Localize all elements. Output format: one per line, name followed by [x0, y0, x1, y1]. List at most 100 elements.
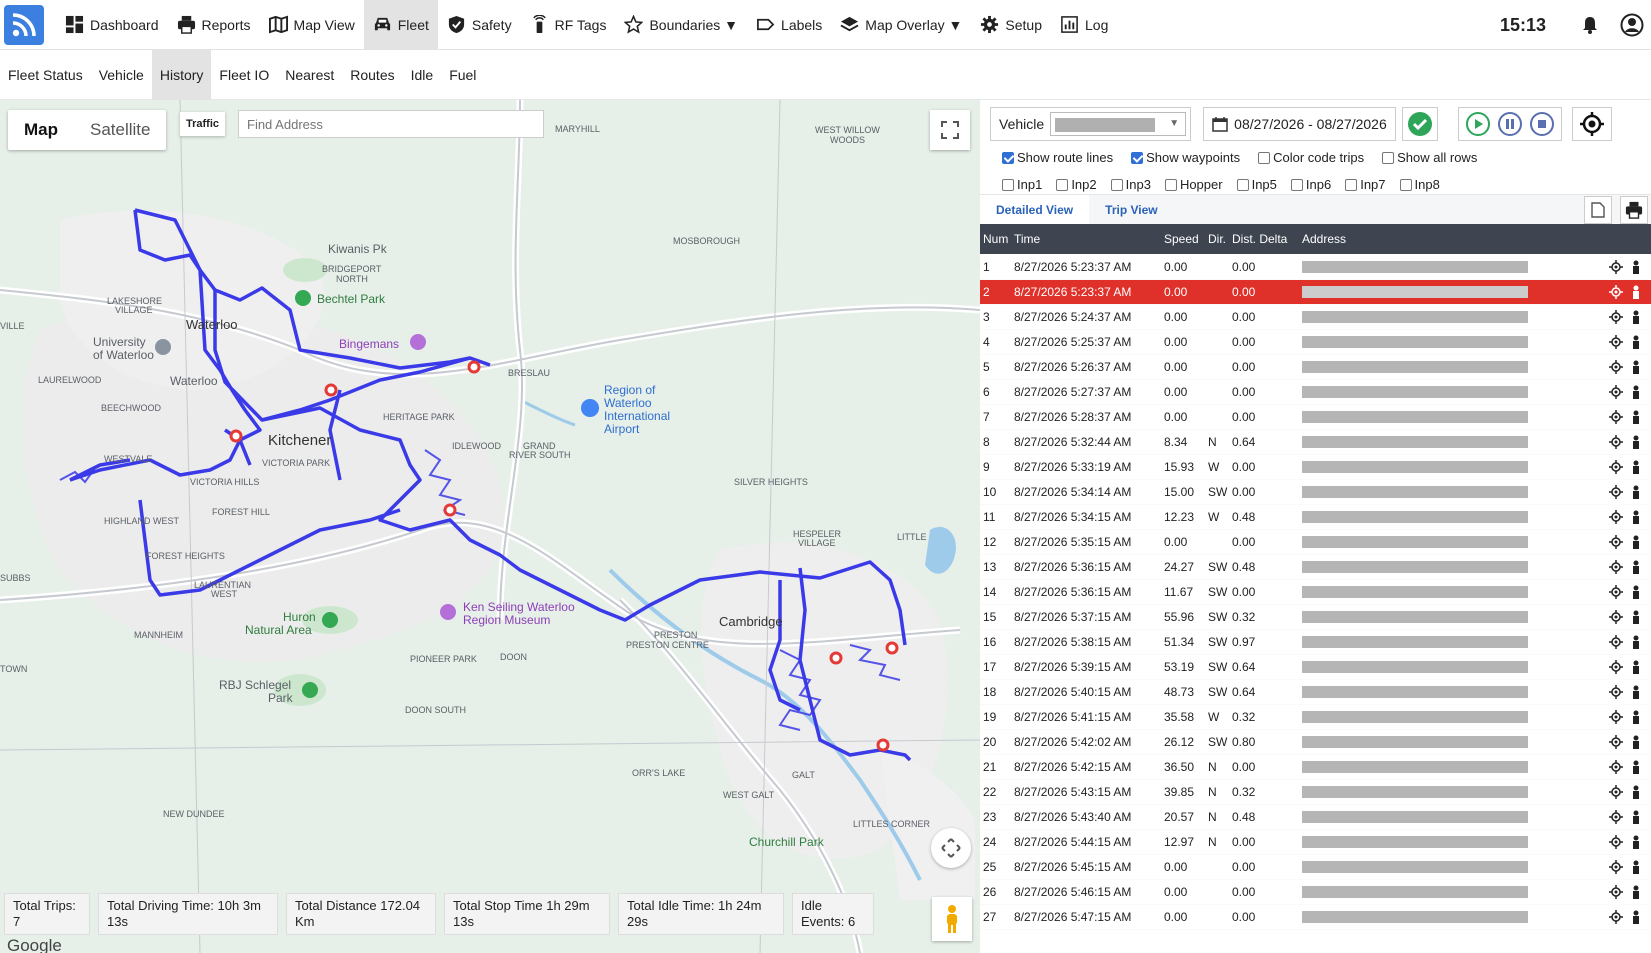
table-row[interactable]: 2 8/27/2026 5:23:37 AM 0.00 0.00 [980, 280, 1651, 305]
street-view-row-button[interactable] [1628, 285, 1644, 299]
airport-poi-icon[interactable] [581, 399, 599, 417]
locate-row-button[interactable] [1604, 585, 1628, 599]
locate-row-button[interactable] [1604, 560, 1628, 574]
checkbox-unchecked[interactable] [1164, 178, 1177, 191]
inp3-checkbox[interactable]: Inp3 [1110, 177, 1151, 192]
checkbox-checked[interactable] [1002, 151, 1014, 164]
table-row[interactable]: 17 8/27/2026 5:39:15 AM 53.19 SW 0.64 [980, 655, 1651, 680]
waypoint-marker[interactable] [467, 360, 481, 374]
locate-row-button[interactable] [1604, 610, 1628, 624]
table-row[interactable]: 12 8/27/2026 5:35:15 AM 0.00 0.00 [980, 530, 1651, 555]
locate-row-button[interactable] [1604, 460, 1628, 474]
column-header[interactable]: Num [980, 232, 1014, 246]
street-view-row-button[interactable] [1628, 760, 1644, 774]
park-poi-icon[interactable] [322, 612, 338, 628]
table-row[interactable]: 23 8/27/2026 5:43:40 AM 20.57 N 0.48 [980, 805, 1651, 830]
museum-poi-icon[interactable] [440, 604, 456, 620]
street-view-row-button[interactable] [1628, 835, 1644, 849]
subnav-fleet-io[interactable]: Fleet IO [211, 50, 277, 100]
locate-row-button[interactable] [1604, 410, 1628, 424]
attraction-poi-icon[interactable] [410, 334, 426, 350]
street-view-row-button[interactable] [1628, 360, 1644, 374]
locate-row-button[interactable] [1604, 310, 1628, 324]
play-icon[interactable] [1465, 111, 1491, 137]
checkbox-unchecked[interactable] [1236, 178, 1249, 191]
table-row[interactable]: 15 8/27/2026 5:37:15 AM 55.96 SW 0.32 [980, 605, 1651, 630]
locate-row-button[interactable] [1604, 535, 1628, 549]
street-view-row-button[interactable] [1628, 660, 1644, 674]
locate-row-button[interactable] [1604, 835, 1628, 849]
nav-map-overlay[interactable]: Map Overlay ▼ [831, 0, 971, 50]
table-row[interactable]: 10 8/27/2026 5:34:14 AM 15.00 SW 0.00 [980, 480, 1651, 505]
nav-boundaries[interactable]: Boundaries ▼ [615, 0, 747, 50]
locate-row-button[interactable] [1604, 660, 1628, 674]
street-view-row-button[interactable] [1628, 710, 1644, 724]
nav-dashboard[interactable]: Dashboard [56, 0, 168, 50]
park-poi-icon[interactable] [302, 682, 318, 698]
locate-row-button[interactable] [1604, 885, 1628, 899]
show-waypoints-checkbox[interactable]: Show waypoints [1131, 150, 1240, 165]
street-view-row-button[interactable] [1628, 610, 1644, 624]
table-row[interactable]: 18 8/27/2026 5:40:15 AM 48.73 SW 0.64 [980, 680, 1651, 705]
subnav-nearest[interactable]: Nearest [277, 50, 342, 100]
park-poi-icon[interactable] [295, 290, 311, 306]
pause-icon[interactable] [1497, 111, 1523, 137]
table-row[interactable]: 3 8/27/2026 5:24:37 AM 0.00 0.00 [980, 305, 1651, 330]
apply-button[interactable] [1401, 107, 1438, 141]
waypoint-marker[interactable] [876, 738, 890, 752]
inp7-checkbox[interactable]: Inp7 [1345, 177, 1386, 192]
map-canvas[interactable]: MARYHILL WEST WILLOW WOODS Kiwanis Pk BR… [0, 100, 980, 953]
subnav-history[interactable]: History [151, 49, 212, 100]
table-row[interactable]: 26 8/27/2026 5:46:15 AM 0.00 0.00 [980, 880, 1651, 905]
subnav-fuel[interactable]: Fuel [441, 50, 484, 100]
table-row[interactable]: 7 8/27/2026 5:28:37 AM 0.00 0.00 [980, 405, 1651, 430]
locate-row-button[interactable] [1604, 485, 1628, 499]
traffic-button[interactable]: Traffic [180, 112, 226, 136]
waypoint-marker[interactable] [324, 383, 338, 397]
column-header[interactable]: Speed [1164, 232, 1208, 246]
user-icon[interactable] [1620, 13, 1644, 37]
show-all-rows-checkbox[interactable]: Show all rows [1382, 150, 1477, 165]
table-row[interactable]: 11 8/27/2026 5:34:15 AM 12.23 W 0.48 [980, 505, 1651, 530]
checkbox-unchecked[interactable] [1290, 178, 1303, 191]
print-button[interactable] [1620, 196, 1648, 224]
locate-row-button[interactable] [1604, 435, 1628, 449]
subnav-idle[interactable]: Idle [403, 50, 442, 100]
nav-fleet[interactable]: Fleet [363, 0, 438, 50]
map-type-satellite-button[interactable]: Satellite [74, 110, 166, 150]
locate-button[interactable] [1571, 107, 1612, 141]
tab-trip-view[interactable]: Trip View [1089, 195, 1173, 225]
inp1-checkbox[interactable]: Inp1 [1002, 177, 1042, 192]
checkbox-unchecked[interactable] [1382, 151, 1395, 164]
color-code-trips-checkbox[interactable]: Color code trips [1258, 150, 1364, 165]
nav-rf-tags[interactable]: RF Tags [521, 0, 616, 50]
locate-row-button[interactable] [1604, 385, 1628, 399]
locate-row-button[interactable] [1604, 260, 1628, 274]
tab-detailed-view[interactable]: Detailed View [980, 194, 1090, 225]
table-row[interactable]: 8 8/27/2026 5:32:44 AM 8.34 N 0.64 [980, 430, 1651, 455]
export-button[interactable] [1584, 196, 1612, 224]
table-row[interactable]: 22 8/27/2026 5:43:15 AM 39.85 N 0.32 [980, 780, 1651, 805]
column-header[interactable]: Dir. [1208, 232, 1232, 246]
street-view-row-button[interactable] [1628, 635, 1644, 649]
waypoint-marker[interactable] [829, 651, 843, 665]
table-row[interactable]: 13 8/27/2026 5:36:15 AM 24.27 SW 0.48 [980, 555, 1651, 580]
street-view-row-button[interactable] [1628, 885, 1644, 899]
vehicle-select[interactable]: ▼ [1050, 112, 1187, 136]
inp5-checkbox[interactable]: Inp5 [1236, 177, 1277, 192]
checkbox-unchecked[interactable] [1002, 178, 1014, 191]
street-view-row-button[interactable] [1628, 260, 1644, 274]
street-view-row-button[interactable] [1628, 585, 1644, 599]
locate-row-button[interactable] [1604, 510, 1628, 524]
table-row[interactable]: 1 8/27/2026 5:23:37 AM 0.00 0.00 [980, 255, 1651, 280]
street-view-row-button[interactable] [1628, 735, 1644, 749]
street-view-row-button[interactable] [1628, 410, 1644, 424]
app-logo[interactable] [4, 4, 44, 45]
column-header[interactable]: Dist. Delta [1232, 232, 1302, 246]
inp8-checkbox[interactable]: Inp8 [1399, 177, 1440, 192]
street-view-row-button[interactable] [1628, 810, 1644, 824]
table-row[interactable]: 19 8/27/2026 5:41:15 AM 35.58 W 0.32 [980, 705, 1651, 730]
street-view-row-button[interactable] [1628, 785, 1644, 799]
table-row[interactable]: 16 8/27/2026 5:38:15 AM 51.34 SW 0.97 [980, 630, 1651, 655]
date-range-picker[interactable]: 08/27/2026 - 08/27/2026 [1203, 107, 1396, 141]
